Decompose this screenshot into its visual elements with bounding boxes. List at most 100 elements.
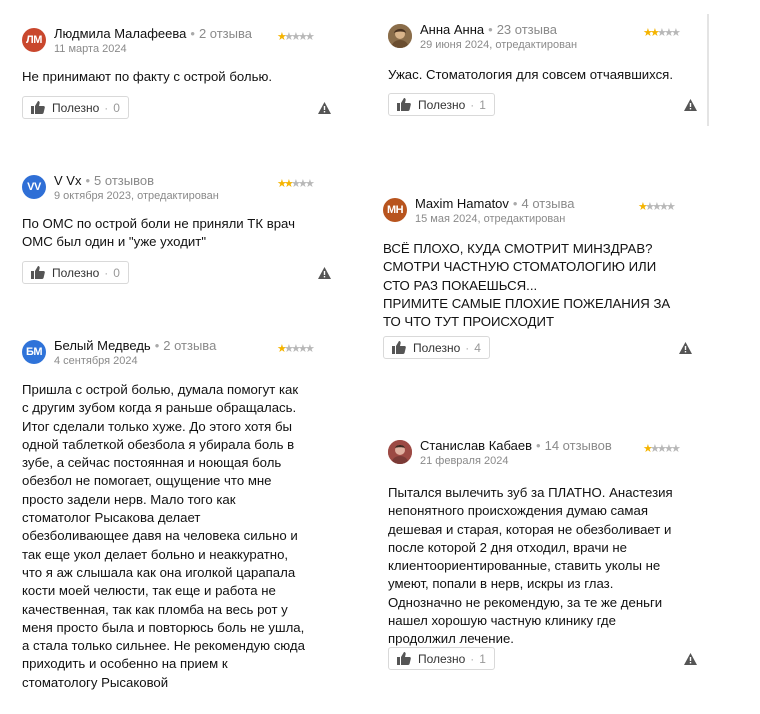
helpful-button[interactable]: Полезно · 1 xyxy=(388,93,495,116)
star-empty-icon: ★ xyxy=(298,343,308,355)
star-empty-icon: ★ xyxy=(650,443,660,455)
star-empty-icon: ★ xyxy=(305,343,315,355)
author-name[interactable]: Станислав Кабаев xyxy=(420,438,532,453)
star-empty-icon: ★ xyxy=(298,178,308,190)
warning-triangle-icon[interactable] xyxy=(684,99,697,111)
helpful-label: Полезно xyxy=(413,340,461,355)
rating-stars: ★★★★★ xyxy=(277,30,315,43)
helpful-button[interactable]: Полезно · 1 xyxy=(388,647,495,670)
separator-dot: • xyxy=(488,22,493,37)
review-text: ВСЁ ПЛОХО, КУДА СМОТРИТ МИНЗДРАВ? СМОТРИ… xyxy=(383,241,671,330)
avatar-photo xyxy=(388,440,412,464)
helpful-count: 0 xyxy=(113,265,120,280)
review-card: ЛМ Людмила Малафеева • 2 отзыва 11 марта 2… xyxy=(22,26,342,128)
author-reviews-count: 2 отзыва xyxy=(198,26,252,41)
review-card: Анна Анна • 23 отзыва 29 июня 2024, отреда… xyxy=(388,22,708,124)
author-reviews-count: 5 отзывов xyxy=(94,173,154,188)
star-empty-icon: ★ xyxy=(645,201,655,213)
review-text: Пришла с острой болью, думала помогут ка… xyxy=(22,382,305,690)
helpful-count: 4 xyxy=(474,340,481,355)
star-empty-icon: ★ xyxy=(291,31,301,43)
avatar[interactable] xyxy=(388,440,412,464)
author-name[interactable]: Белый Медведь xyxy=(54,338,151,353)
avatar[interactable]: ЛМ xyxy=(22,28,46,52)
separator-dot: • xyxy=(85,173,91,188)
star-empty-icon: ★ xyxy=(298,31,308,43)
separator-dot: · xyxy=(470,97,475,112)
author-name[interactable]: V Vx xyxy=(54,173,81,188)
rating-stars: ★★★★★ xyxy=(643,442,681,455)
avatar-photo xyxy=(388,24,412,48)
star-filled-icon: ★ xyxy=(643,443,653,455)
separator-dot: · xyxy=(470,651,475,666)
separator-dot: · xyxy=(104,265,109,280)
star-empty-icon: ★ xyxy=(666,201,676,213)
star-empty-icon: ★ xyxy=(291,178,301,190)
star-empty-icon: ★ xyxy=(671,443,681,455)
star-filled-icon: ★ xyxy=(638,201,648,213)
author-reviews-count: 23 отзыва xyxy=(496,22,557,37)
warning-triangle-icon[interactable] xyxy=(679,342,692,354)
separator-dot: · xyxy=(104,100,109,115)
avatar[interactable]: MH xyxy=(383,198,407,222)
review-header: Анна Анна • 23 отзыва xyxy=(420,22,557,37)
thumb-up-icon xyxy=(392,341,406,354)
star-empty-icon: ★ xyxy=(671,27,681,39)
review-card: Станислав Кабаев • 14 отзывов 21 февраля 2… xyxy=(388,438,708,675)
star-filled-icon: ★ xyxy=(643,27,653,39)
star-filled-icon: ★ xyxy=(650,27,660,39)
star-empty-icon: ★ xyxy=(664,27,674,39)
star-empty-icon: ★ xyxy=(305,178,315,190)
warning-triangle-icon[interactable] xyxy=(318,267,331,279)
review-date: 11 марта 2024 xyxy=(54,43,127,55)
review-text: Ужас. Стоматология для совсем отчаявшихс… xyxy=(388,67,673,82)
avatar[interactable] xyxy=(388,24,412,48)
helpful-label: Полезно xyxy=(52,100,100,115)
star-empty-icon: ★ xyxy=(657,27,667,39)
review-header: Белый Медведь • 2 отзыва xyxy=(54,338,216,353)
helpful-count: 1 xyxy=(479,651,486,666)
rating-stars: ★★★★★ xyxy=(277,177,315,190)
author-reviews-count: 14 отзывов xyxy=(544,438,612,453)
helpful-count: 0 xyxy=(113,100,120,115)
review-header: Maxim Hamatov • 4 отзыва xyxy=(415,196,575,211)
helpful-button[interactable]: Полезно · 0 xyxy=(22,96,129,119)
author-reviews-count: 4 отзыва xyxy=(521,196,575,211)
author-name[interactable]: Анна Анна xyxy=(420,22,484,37)
author-name[interactable]: Maxim Hamatov xyxy=(415,196,509,211)
helpful-button[interactable]: Полезно · 4 xyxy=(383,336,490,359)
helpful-label: Полезно xyxy=(418,651,466,666)
review-header: Станислав Кабаев • 14 отзывов xyxy=(420,438,612,453)
helpful-count: 1 xyxy=(479,97,486,112)
thumb-up-icon xyxy=(31,101,45,114)
thumb-up-icon xyxy=(397,652,411,665)
author-reviews-count: 2 отзыва xyxy=(163,338,217,353)
helpful-button[interactable]: Полезно · 0 xyxy=(22,261,129,284)
separator-dot: • xyxy=(154,338,160,353)
review-header: V Vx • 5 отзывов xyxy=(54,173,154,188)
star-empty-icon: ★ xyxy=(284,343,294,355)
review-text: По ОМС по острой боли не приняли ТК врач… xyxy=(22,216,295,250)
review-date: 4 сентября 2024 xyxy=(54,355,138,367)
star-empty-icon: ★ xyxy=(664,443,674,455)
star-filled-icon: ★ xyxy=(277,178,287,190)
star-empty-icon: ★ xyxy=(657,443,667,455)
rating-stars: ★★★★★ xyxy=(638,200,676,213)
star-empty-icon: ★ xyxy=(291,343,301,355)
review-date: 29 июня 2024, отредактирован xyxy=(420,39,578,51)
separator-dot: • xyxy=(536,438,541,453)
avatar[interactable]: VV xyxy=(22,175,46,199)
helpful-label: Полезно xyxy=(52,265,100,280)
warning-triangle-icon[interactable] xyxy=(684,653,697,665)
warning-triangle-icon[interactable] xyxy=(318,102,331,114)
thumb-up-icon xyxy=(397,98,411,111)
star-filled-icon: ★ xyxy=(277,31,287,43)
helpful-label: Полезно xyxy=(418,97,466,112)
thumb-up-icon xyxy=(31,266,45,279)
review-date: 15 мая 2024, отредактирован xyxy=(415,213,566,225)
author-name[interactable]: Людмила Малафеева xyxy=(54,26,186,41)
separator-dot: · xyxy=(465,340,470,355)
avatar[interactable]: БМ xyxy=(22,340,46,364)
review-date: 9 октября 2023, отредактирован xyxy=(54,190,219,202)
star-filled-icon: ★ xyxy=(284,178,294,190)
